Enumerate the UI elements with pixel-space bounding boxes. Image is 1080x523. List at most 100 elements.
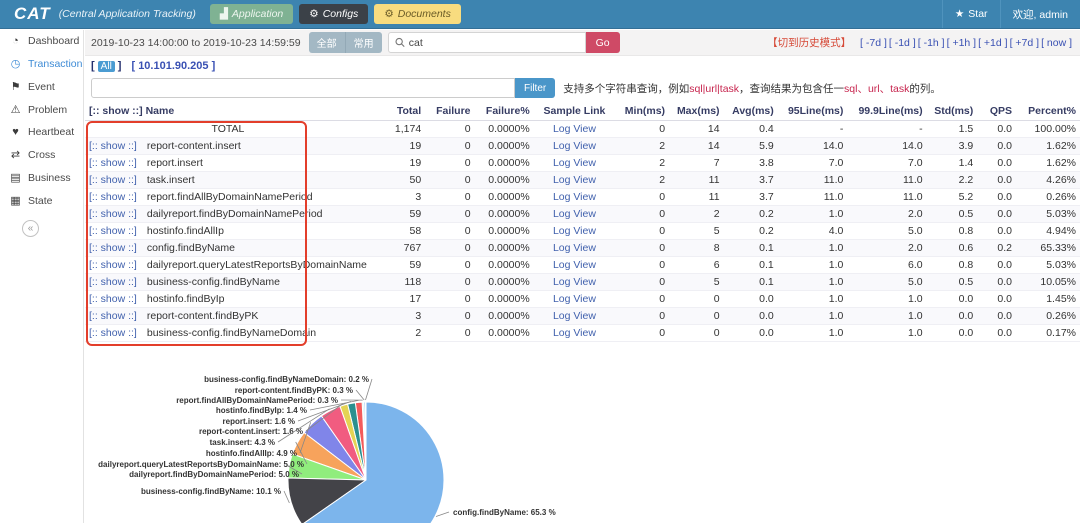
column-header[interactable]: QPS bbox=[977, 102, 1016, 121]
column-header[interactable]: Sample Link bbox=[533, 102, 616, 121]
search-box[interactable] bbox=[387, 32, 586, 53]
chart-grid-icon: ▦ bbox=[10, 195, 21, 207]
log-view-link[interactable]: Log View bbox=[553, 140, 596, 152]
show-link[interactable]: [:: show ::] bbox=[89, 140, 137, 152]
log-view-link[interactable]: Log View bbox=[553, 259, 596, 271]
column-header[interactable]: Min(ms) bbox=[615, 102, 670, 121]
column-header[interactable]: Total bbox=[370, 102, 426, 121]
cell-qps: 0.2 bbox=[977, 239, 1016, 257]
show-link[interactable]: [:: show ::] bbox=[89, 225, 137, 237]
table-row: [:: show ::] report-content.insert 19 0 0.00… bbox=[85, 137, 1080, 155]
cell-failure: 0 bbox=[425, 290, 475, 308]
history-mode-link[interactable]: 【切到历史模式】 bbox=[767, 37, 851, 49]
show-link[interactable]: [:: show ::] bbox=[89, 174, 137, 186]
column-header[interactable]: Percent% bbox=[1016, 102, 1080, 121]
log-view-link[interactable]: Log View bbox=[553, 123, 596, 135]
tab-configs[interactable]: ⚙ Configs bbox=[299, 4, 369, 24]
sidebar-item-event[interactable]: ⚑ Event bbox=[0, 75, 83, 98]
show-link[interactable]: [:: show ::] bbox=[89, 276, 137, 288]
log-view-link[interactable]: Log View bbox=[553, 242, 596, 254]
show-link[interactable]: [:: show ::] bbox=[89, 208, 137, 220]
time-link-+1d[interactable]: [ +1d ] bbox=[978, 37, 1007, 49]
filter-button[interactable]: Filter bbox=[515, 78, 556, 98]
cell-avg: 0.2 bbox=[723, 205, 778, 223]
cell-avg: 0.1 bbox=[723, 239, 778, 257]
cell-qps: 0.0 bbox=[977, 205, 1016, 223]
log-view-link[interactable]: Log View bbox=[553, 276, 596, 288]
time-link-+7d[interactable]: [ +7d ] bbox=[1010, 37, 1039, 49]
cell-percent: 5.03% bbox=[1016, 205, 1080, 223]
column-header[interactable]: Max(ms) bbox=[669, 102, 724, 121]
row-name: report.insert bbox=[146, 157, 203, 169]
time-link--1h[interactable]: [ -1h ] bbox=[918, 37, 945, 49]
cell-std: 1.5 bbox=[926, 120, 978, 138]
log-view-link[interactable]: Log View bbox=[553, 225, 596, 237]
log-view-link[interactable]: Log View bbox=[553, 157, 596, 169]
all-domains-button[interactable]: 全部 bbox=[308, 32, 346, 53]
sidebar-item-state[interactable]: ▦ State bbox=[0, 189, 83, 212]
time-link-+1h[interactable]: [ +1h ] bbox=[947, 37, 976, 49]
time-link-now[interactable]: [ now ] bbox=[1041, 37, 1072, 49]
cell-min: 0 bbox=[615, 239, 670, 257]
cell-min: 0 bbox=[615, 307, 670, 325]
hint-code: sql|url|task bbox=[689, 82, 740, 95]
cell-95line: 11.0 bbox=[777, 171, 848, 189]
sidebar-item-heartbeat[interactable]: ♥ Heartbeat bbox=[0, 121, 83, 143]
log-view-link[interactable]: Log View bbox=[553, 310, 596, 322]
machine-all-button[interactable]: All bbox=[97, 60, 115, 72]
column-header[interactable]: Avg(ms) bbox=[723, 102, 778, 121]
logo-subtitle: (Central Application Tracking) bbox=[58, 8, 196, 20]
sidebar-item-cross[interactable]: ⇄ Cross bbox=[0, 143, 83, 166]
cell-999line: 2.0 bbox=[847, 239, 927, 257]
show-link[interactable]: [:: show ::] bbox=[89, 293, 137, 305]
cell-failure-pct: 0.0000% bbox=[474, 273, 534, 291]
table-row: [:: show ::] hostinfo.findAllIp 58 0 0.0000%… bbox=[85, 222, 1080, 240]
table-row: [:: show ::] report-content.findByPK 3 0 0.0… bbox=[85, 307, 1080, 325]
star-button[interactable]: ★ Star bbox=[941, 0, 1000, 28]
sidebar-collapse-button[interactable]: « bbox=[22, 220, 39, 237]
cell-failure: 0 bbox=[425, 188, 475, 206]
sidebar-item-label: Transaction bbox=[28, 57, 83, 70]
cell-95line: 7.0 bbox=[777, 154, 848, 172]
log-view-link[interactable]: Log View bbox=[553, 191, 596, 203]
column-header[interactable]: 99.9Line(ms) bbox=[847, 102, 927, 121]
cell-min: 0 bbox=[615, 222, 670, 240]
date-range: 2019-10-23 14:00:00 to 2019-10-23 14:59:… bbox=[91, 36, 301, 49]
sidebar-item-business[interactable]: ▤ Business bbox=[0, 166, 83, 189]
column-header[interactable]: 95Line(ms) bbox=[777, 102, 848, 121]
transaction-table: [:: show ::] Name Total Failure Failure%… bbox=[85, 102, 1080, 342]
frequent-domains-button[interactable]: 常用 bbox=[345, 32, 382, 53]
sidebar-item-dashboard[interactable]: ◔ Dashboard bbox=[0, 30, 83, 52]
cell-name: [:: show ::] dailyreport.queryLatestRepor… bbox=[85, 256, 371, 274]
column-header-name[interactable]: [:: show ::] Name bbox=[85, 102, 371, 121]
cell-name: [:: show ::] report.findAllByDomainNamePe… bbox=[85, 188, 371, 206]
time-link--7d[interactable]: [ -7d ] bbox=[860, 37, 887, 49]
filter-input[interactable] bbox=[91, 78, 515, 98]
sidebar-item-transaction[interactable]: ◷ Transaction bbox=[0, 52, 83, 75]
log-view-link[interactable]: Log View bbox=[553, 293, 596, 305]
percent-pie-chart: business-config.findByNameDomain: 0.2 % r… bbox=[85, 370, 1080, 523]
cell-sample-link: Log View bbox=[533, 120, 616, 138]
sidebar-item-problem[interactable]: ⚠ Problem bbox=[0, 98, 83, 121]
tab-application[interactable]: ▟ Application bbox=[209, 4, 294, 24]
log-view-link[interactable]: Log View bbox=[553, 174, 596, 186]
tab-documents[interactable]: ⚙ Documents bbox=[374, 4, 461, 24]
show-link[interactable]: [:: show ::] bbox=[89, 157, 137, 169]
cell-avg: 5.9 bbox=[723, 137, 778, 155]
show-link[interactable]: [:: show ::] bbox=[89, 310, 137, 322]
show-link[interactable]: [:: show ::] bbox=[89, 191, 137, 203]
log-view-link[interactable]: Log View bbox=[553, 327, 596, 339]
log-view-link[interactable]: Log View bbox=[553, 208, 596, 220]
search-input[interactable] bbox=[408, 36, 579, 49]
heart-icon: ♥ bbox=[12, 126, 19, 138]
go-button[interactable]: Go bbox=[585, 32, 620, 53]
column-header[interactable]: Failure% bbox=[474, 102, 534, 121]
hint-code: sql、url、task bbox=[844, 82, 910, 95]
show-link[interactable]: [:: show ::] bbox=[89, 327, 137, 339]
show-link[interactable]: [:: show ::] bbox=[89, 242, 137, 254]
time-link--1d[interactable]: [ -1d ] bbox=[889, 37, 916, 49]
show-link[interactable]: [:: show ::] bbox=[89, 259, 137, 271]
column-header[interactable]: Failure bbox=[425, 102, 475, 121]
machine-ip-link[interactable]: [ 10.101.90.205 ] bbox=[131, 60, 215, 72]
column-header[interactable]: Std(ms) bbox=[926, 102, 978, 121]
